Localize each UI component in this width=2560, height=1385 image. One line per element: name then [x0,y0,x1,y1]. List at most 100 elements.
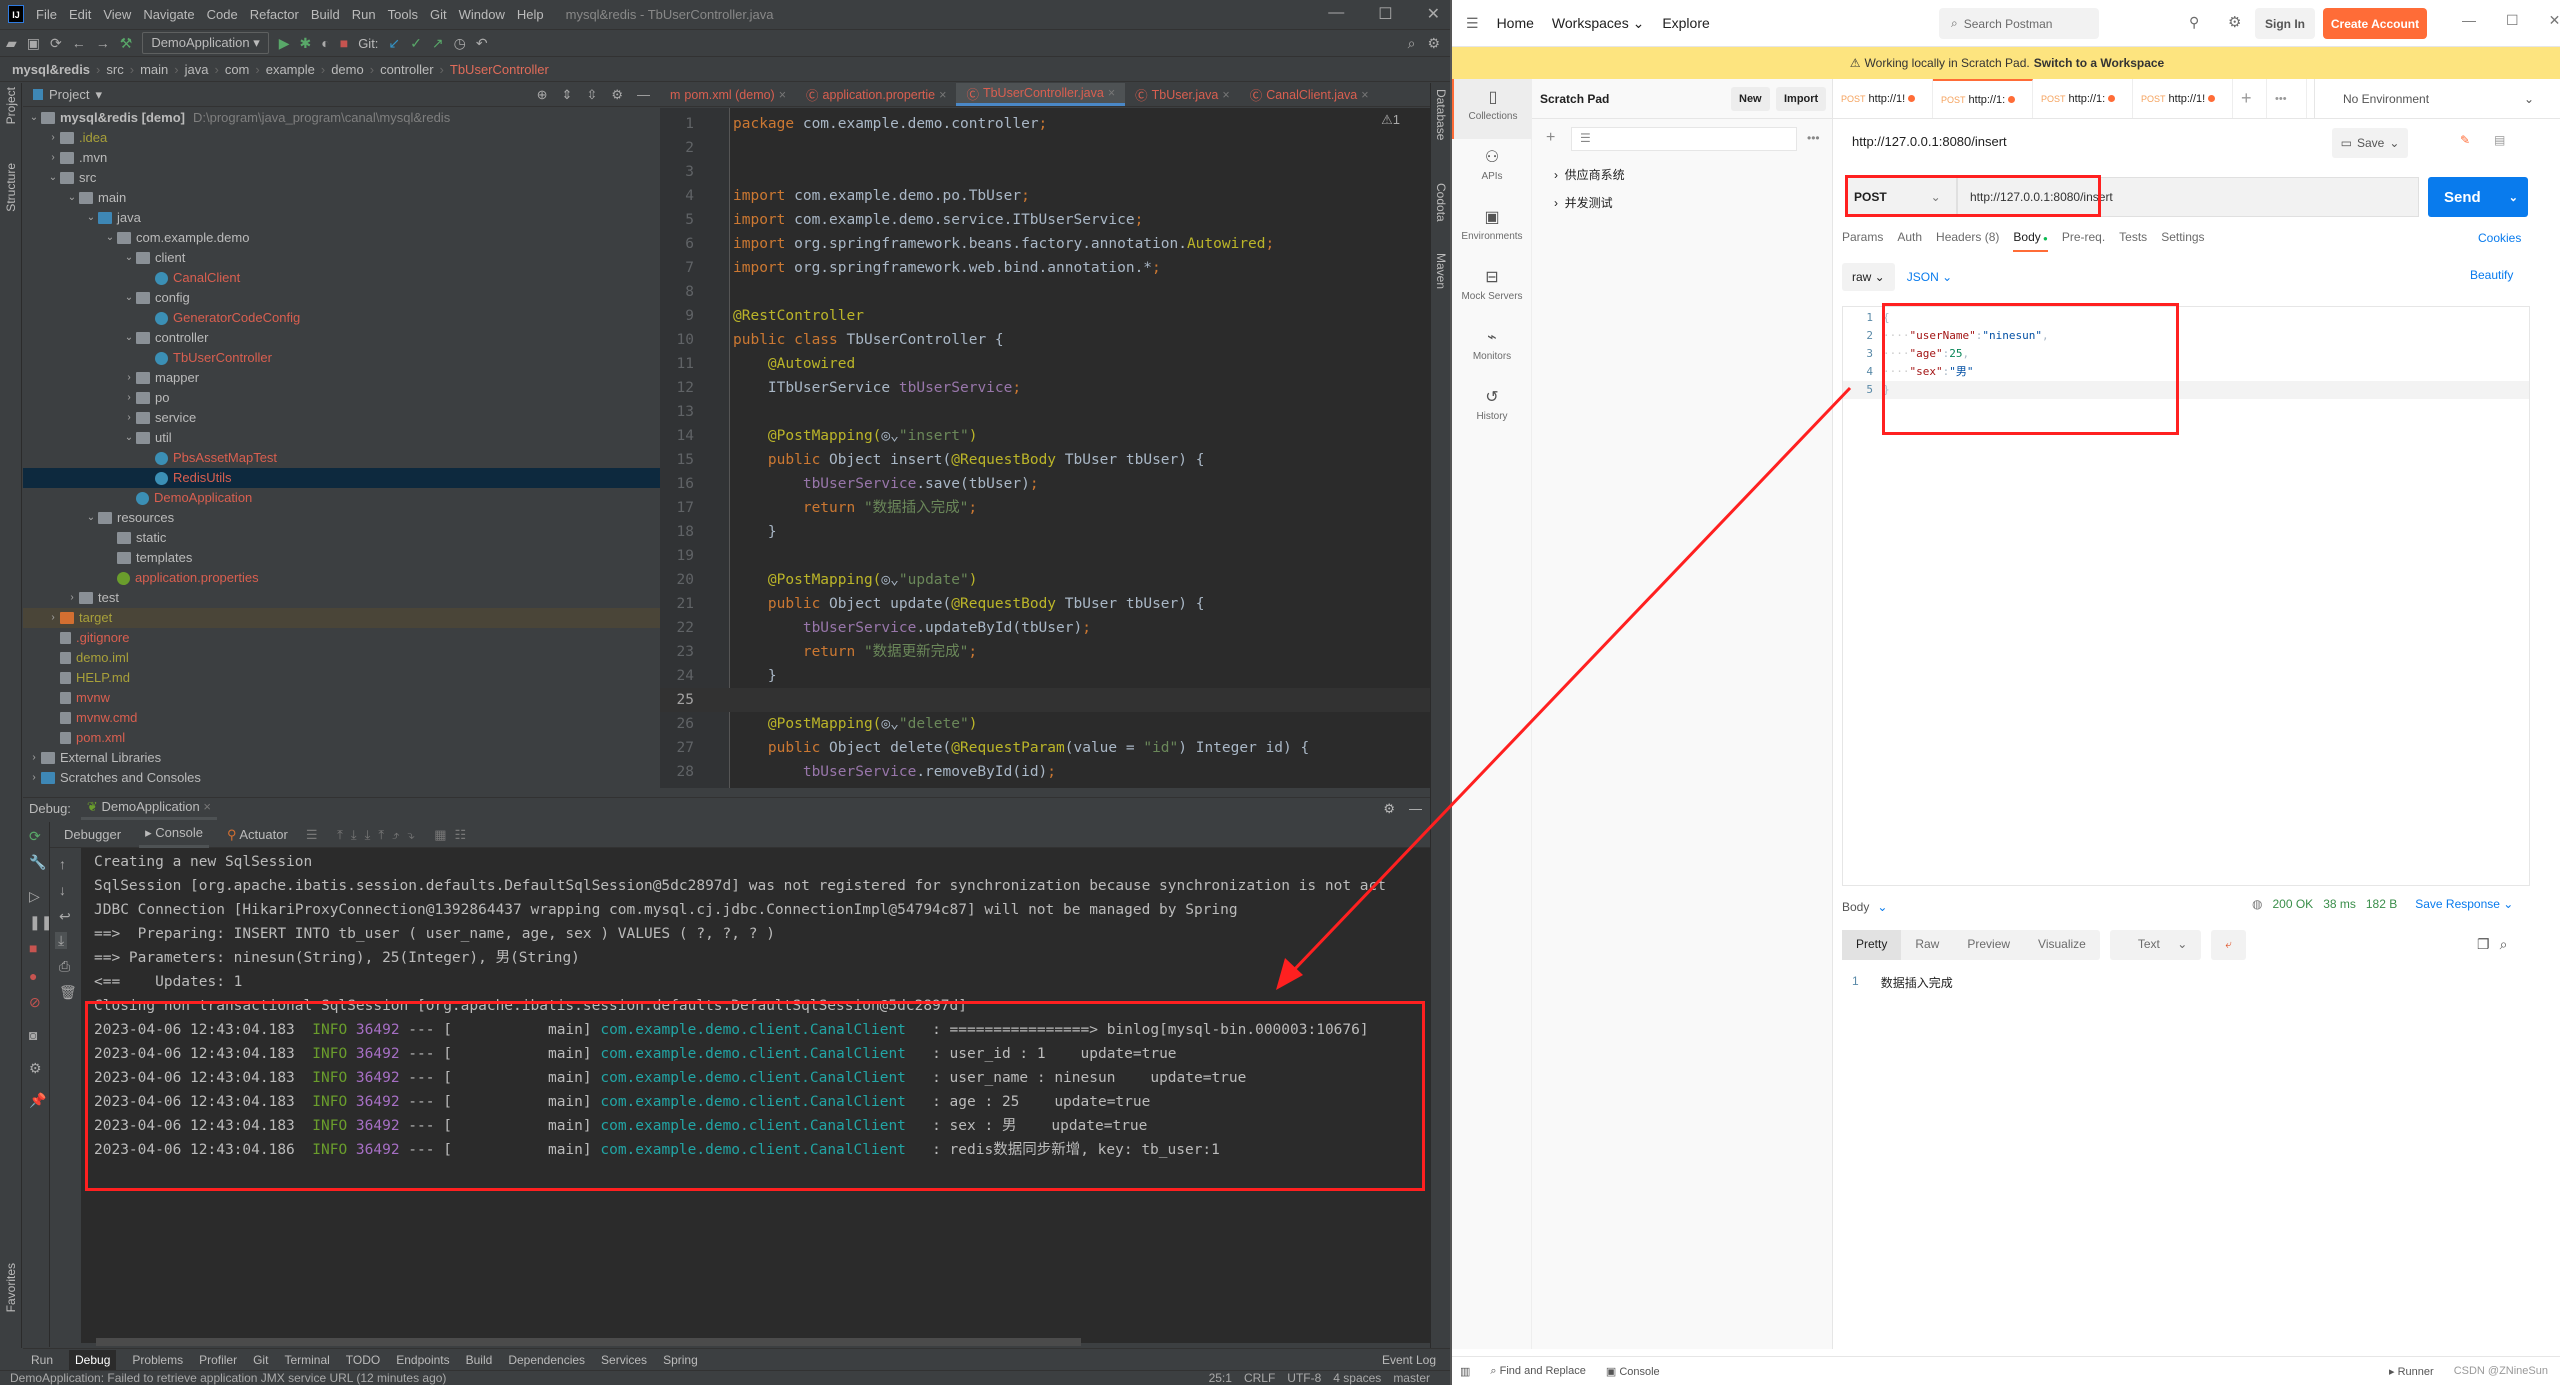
search-input[interactable]: ⌕ Search Postman [1939,8,2099,39]
stop-icon[interactable]: ■ [340,35,348,51]
run-config-select[interactable]: DemoApplication ▾ [142,32,269,54]
send-button[interactable]: Send ⌄ [2428,177,2528,217]
response-view-visualize[interactable]: Visualize [2024,930,2100,960]
gear-icon[interactable]: ⚙ [611,87,623,103]
tab-pre-req[interactable]: Pre-req. [2062,230,2105,252]
tree-item[interactable]: mvnw.cmd [23,708,660,728]
copy-icon[interactable]: ❐ [2477,936,2490,953]
request-tab[interactable]: POST http://1: [1933,79,2033,118]
chevron-right-icon[interactable]: › [27,748,41,768]
status-item[interactable]: master [1393,1371,1430,1385]
chevron-down-icon[interactable]: ⌄ [84,508,98,528]
request-tab[interactable]: POST http://1: [2033,79,2133,118]
tree-item[interactable]: pom.xml [23,728,660,748]
tree-item[interactable]: RedisUtils [23,468,660,488]
favorites-tool-button[interactable]: Favorites [4,1263,18,1312]
forward-icon[interactable]: → [96,35,110,51]
tree-item[interactable]: ⌄ util [23,428,660,448]
collection-item[interactable]: › 并发测试 [1554,194,1613,211]
menu-refactor[interactable]: Refactor [250,7,299,22]
response-size[interactable]: 182 B [2366,897,2397,911]
chevron-down-icon[interactable]: ⌄ [65,188,79,208]
more-tabs-icon[interactable]: ••• [2267,79,2307,118]
locate-icon[interactable]: ⊕ [537,87,548,103]
body-mode-select[interactable]: raw ⌄ [1842,263,1895,291]
modify-config-icon[interactable]: 🔧 [29,854,46,871]
status-item[interactable]: 4 spaces [1333,1371,1381,1385]
settings-icon[interactable]: ⚙ [1427,35,1440,52]
structure-tool-button[interactable]: Structure [4,163,18,212]
tab-tbuser-java[interactable]: Ⓒ TbUser.java × [1125,83,1240,106]
view-breakpoints-icon[interactable]: ● [29,968,37,984]
save-button[interactable]: ▭ Save ⌄ [2332,128,2408,158]
chevron-down-icon[interactable]: ⌄ [2389,136,2399,150]
tree-item[interactable]: GeneratorCodeConfig [23,308,660,328]
project-tool-button[interactable]: Project [4,87,18,124]
tool-window-todo[interactable]: TODO [346,1353,380,1367]
menu-build[interactable]: Build [311,7,340,22]
breadcrumb-item[interactable]: demo [331,62,364,77]
tree-item[interactable]: › .mvn [23,148,660,168]
tree-item[interactable]: ⌄ java [23,208,660,228]
stop-icon[interactable]: ■ [29,940,37,956]
console-button[interactable]: ▣ Console [1606,1365,1660,1378]
breadcrumb-item[interactable]: java [185,62,209,77]
sidebar-toggle-icon[interactable]: ▥ [1460,1365,1470,1378]
status-item[interactable]: 25:1 [1209,1371,1232,1385]
chevron-down-icon[interactable]: ⌄ [122,328,136,348]
tab-pom-xml-demo-[interactable]: m pom.xml (demo) × [660,83,796,106]
hide-icon[interactable]: — [637,87,650,103]
save-icon[interactable]: ▣ [27,35,40,52]
tool-window-services[interactable]: Services [601,1353,647,1367]
project-view-select[interactable]: Project [49,87,89,102]
menu-window[interactable]: Window [459,7,505,22]
tree-item[interactable]: static [23,528,660,548]
tree-item[interactable]: ⌄ config [23,288,660,308]
nav-explore[interactable]: Explore [1662,15,1709,31]
response-view-raw[interactable]: Raw [1901,930,1953,960]
chevron-right-icon[interactable]: › [122,388,136,408]
tab-settings[interactable]: Settings [2161,230,2204,252]
find-replace-button[interactable]: ⌕ Find and Replace [1490,1365,1585,1378]
breadcrumb-item[interactable]: com [225,62,250,77]
up-icon[interactable]: ↑ [59,856,66,872]
git-update-icon[interactable]: ↙ [388,35,400,52]
camera-icon[interactable]: ◙ [29,1027,37,1043]
body-language-select[interactable]: JSON ⌄ [1907,270,1952,284]
event-log-button[interactable]: Event Log [1382,1353,1436,1367]
history-icon[interactable]: ◷ [454,35,466,52]
search-icon[interactable]: ⌕ [2500,936,2508,953]
menu-tools[interactable]: Tools [388,7,418,22]
open-icon[interactable]: ▰ [6,35,17,52]
menu-code[interactable]: Code [207,7,238,22]
tab-tests[interactable]: Tests [2119,230,2147,252]
tool-window-git[interactable]: Git [253,1353,268,1367]
tree-item[interactable]: › mapper [23,368,660,388]
debug-session-tab[interactable]: ❦ DemoApplication × [80,797,217,820]
close-icon[interactable]: × [779,88,786,102]
chevron-down-icon[interactable]: ⌄ [122,248,136,268]
create-account-button[interactable]: Create Account [2323,8,2427,39]
sidebar-environments[interactable]: ▣ Environments [1452,199,1532,259]
tab-tbusercontroller-java[interactable]: Ⓒ TbUserController.java × [956,83,1126,106]
tab-application-propertie[interactable]: Ⓒapplication.propertie × [796,83,956,106]
new-tab-button[interactable]: + [2233,79,2267,118]
edit-icon[interactable]: ✎ [2460,133,2470,147]
down-icon[interactable]: ↓ [59,882,66,898]
nav-home[interactable]: Home [1497,15,1534,31]
chevron-down-icon[interactable]: ⌄ [103,228,117,248]
menu-run[interactable]: Run [352,7,376,22]
tool-window-profiler[interactable]: Profiler [199,1353,237,1367]
debug-icon[interactable]: ✱ [300,35,312,52]
tree-item[interactable]: application.properties [23,568,660,588]
menu-file[interactable]: File [36,7,57,22]
gear-icon[interactable]: ⚙ [1383,801,1395,817]
close-icon[interactable]: × [1108,86,1115,100]
database-tool-button[interactable]: Database [1434,89,1448,140]
tree-item[interactable]: TbUserController [23,348,660,368]
breadcrumb-item[interactable]: mysql&redis [12,62,90,77]
settings-icon[interactable]: ⚙ [29,1060,42,1077]
tree-item[interactable]: ⌄ client [23,248,660,268]
response-view-pretty[interactable]: Pretty [1842,930,1902,960]
tree-item[interactable]: ⌄ resources [23,508,660,528]
